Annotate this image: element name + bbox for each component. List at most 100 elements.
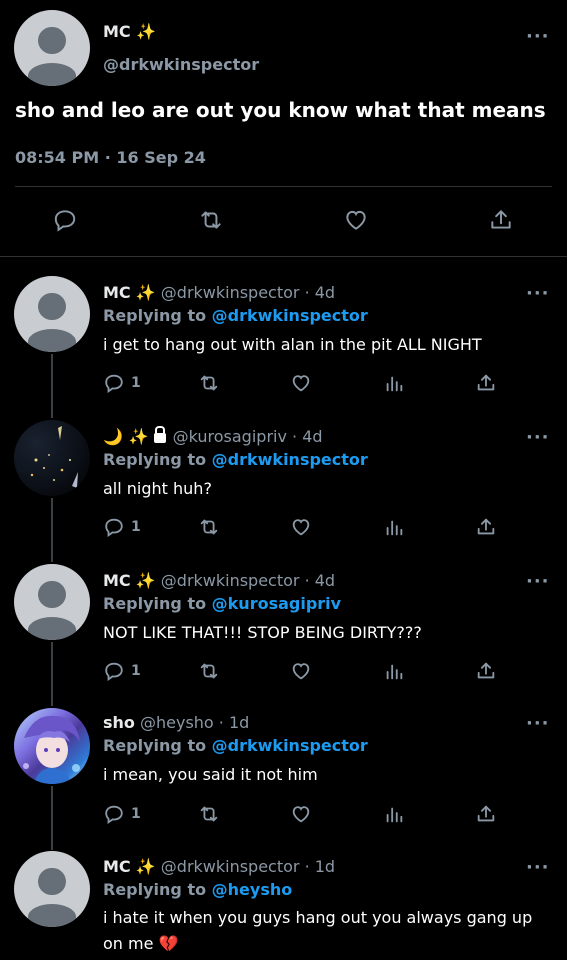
heart-icon bbox=[292, 519, 310, 536]
thread-line bbox=[51, 786, 53, 850]
reply-count: 1 bbox=[131, 375, 141, 391]
reply-button[interactable]: 1 bbox=[103, 803, 141, 825]
share-button[interactable] bbox=[475, 803, 497, 825]
views-button[interactable] bbox=[383, 372, 405, 394]
reply-count: 1 bbox=[131, 663, 141, 679]
retweet-button[interactable] bbox=[197, 660, 221, 682]
mention-link[interactable]: @kurosagipriv bbox=[212, 594, 341, 613]
reply-header: MC ✨ @drkwkinspector · 4d bbox=[103, 571, 335, 590]
retweet-button[interactable] bbox=[197, 803, 221, 825]
replying-to: Replying to @kurosagipriv bbox=[103, 594, 341, 613]
thread-line bbox=[51, 354, 53, 418]
mention-link[interactable]: @drkwkinspector bbox=[212, 736, 368, 755]
share-button[interactable] bbox=[488, 207, 514, 233]
main-author-name[interactable]: MC ✨ bbox=[103, 22, 156, 41]
main-tweet-timestamp[interactable]: 08:54 PM · 16 Sep 24 bbox=[15, 148, 206, 167]
reply-icon bbox=[105, 374, 123, 393]
more-icon[interactable]: ··· bbox=[526, 571, 550, 592]
share-icon bbox=[477, 374, 495, 391]
like-button[interactable] bbox=[289, 372, 313, 394]
sparkle-emoji: ✨ bbox=[135, 283, 156, 302]
reply-header: sho @heysho · 1d bbox=[103, 713, 249, 732]
reply-author-name[interactable]: 🌙 ✨ bbox=[103, 427, 148, 446]
retweet-button[interactable] bbox=[197, 207, 225, 233]
retweet-icon bbox=[201, 211, 221, 229]
more-icon[interactable]: ··· bbox=[526, 26, 550, 47]
reply-author-name[interactable]: MC bbox=[103, 571, 131, 590]
retweet-icon bbox=[200, 806, 218, 822]
replying-to: Replying to @drkwkinspector bbox=[103, 450, 368, 469]
reply-avatar[interactable] bbox=[14, 420, 90, 496]
reply-avatar[interactable] bbox=[14, 708, 90, 784]
reply-button[interactable]: 1 bbox=[103, 516, 141, 538]
like-button[interactable] bbox=[289, 660, 313, 682]
share-button[interactable] bbox=[475, 372, 497, 394]
more-icon[interactable]: ··· bbox=[526, 857, 550, 878]
share-button[interactable] bbox=[475, 660, 497, 682]
replying-to: Replying to @heysho bbox=[103, 880, 292, 899]
like-button[interactable] bbox=[289, 516, 313, 538]
more-icon[interactable]: ··· bbox=[526, 427, 550, 448]
heart-icon bbox=[346, 210, 366, 230]
retweet-button[interactable] bbox=[197, 372, 221, 394]
retweet-button[interactable] bbox=[197, 516, 221, 538]
analytics-icon bbox=[386, 807, 403, 823]
reply-button[interactable] bbox=[52, 207, 78, 233]
views-button[interactable] bbox=[383, 516, 405, 538]
reply-button[interactable]: 1 bbox=[103, 660, 141, 682]
heart-icon bbox=[292, 663, 310, 680]
reply-text: i get to hang out with alan in the pit A… bbox=[103, 335, 482, 354]
reply-text: i mean, you said it not him bbox=[103, 765, 318, 784]
anime-character-image bbox=[23, 715, 80, 784]
replying-to: Replying to @drkwkinspector bbox=[103, 306, 368, 325]
share-icon bbox=[491, 210, 511, 229]
share-icon bbox=[477, 805, 495, 822]
analytics-icon bbox=[386, 376, 403, 392]
main-author-handle[interactable]: @drkwkinspector bbox=[103, 55, 259, 74]
reply-avatar[interactable] bbox=[14, 851, 90, 927]
sparkle-emoji: ✨ bbox=[136, 22, 157, 41]
reply-author-name[interactable]: sho bbox=[103, 713, 135, 732]
reply-handle-time[interactable]: @heysho · 1d bbox=[140, 713, 249, 732]
reply-text: NOT LIKE THAT!!! STOP BEING DIRTY??? bbox=[103, 623, 422, 642]
like-button[interactable] bbox=[289, 803, 313, 825]
reply-count: 1 bbox=[131, 806, 141, 822]
mention-link[interactable]: @drkwkinspector bbox=[212, 306, 368, 325]
reply-button[interactable]: 1 bbox=[103, 372, 141, 394]
share-button[interactable] bbox=[475, 516, 497, 538]
reply-avatar[interactable] bbox=[14, 564, 90, 640]
replying-prefix: Replying to bbox=[103, 450, 212, 469]
analytics-icon bbox=[386, 520, 403, 536]
mention-link[interactable]: @heysho bbox=[212, 880, 293, 899]
more-icon[interactable]: ··· bbox=[526, 283, 550, 304]
main-author-avatar[interactable] bbox=[14, 10, 90, 86]
views-button[interactable] bbox=[383, 803, 405, 825]
main-tweet-text: sho and leo are out you know what that m… bbox=[15, 98, 546, 122]
like-button[interactable] bbox=[342, 207, 370, 233]
reply-author-name[interactable]: MC bbox=[103, 857, 131, 876]
replying-prefix: Replying to bbox=[103, 594, 212, 613]
reply-author-name[interactable]: MC bbox=[103, 283, 131, 302]
share-icon bbox=[477, 662, 495, 679]
reply-avatar[interactable] bbox=[14, 276, 90, 352]
share-icon bbox=[477, 518, 495, 535]
reply-count: 1 bbox=[131, 519, 141, 535]
mention-link[interactable]: @drkwkinspector bbox=[212, 450, 368, 469]
retweet-icon bbox=[200, 375, 218, 391]
author-name-text[interactable]: MC bbox=[103, 22, 131, 41]
divider bbox=[15, 186, 552, 187]
heart-icon bbox=[292, 375, 310, 392]
heart-icon bbox=[292, 806, 310, 823]
reply-header: MC ✨ @drkwkinspector · 1d bbox=[103, 857, 335, 876]
reply-icon bbox=[105, 662, 123, 681]
reply-handle-time[interactable]: @drkwkinspector · 4d bbox=[161, 283, 335, 302]
reply-handle-time[interactable]: @drkwkinspector · 4d bbox=[161, 571, 335, 590]
views-button[interactable] bbox=[383, 660, 405, 682]
sparkle-emoji: ✨ bbox=[135, 571, 156, 590]
reply-handle-time[interactable]: @kurosagipriv · 4d bbox=[173, 427, 323, 446]
more-icon[interactable]: ··· bbox=[526, 713, 550, 734]
reply-header: MC ✨ @drkwkinspector · 4d bbox=[103, 283, 335, 302]
reply-handle-time[interactable]: @drkwkinspector · 1d bbox=[161, 857, 335, 876]
retweet-icon bbox=[200, 519, 218, 535]
lock-icon bbox=[153, 425, 166, 443]
